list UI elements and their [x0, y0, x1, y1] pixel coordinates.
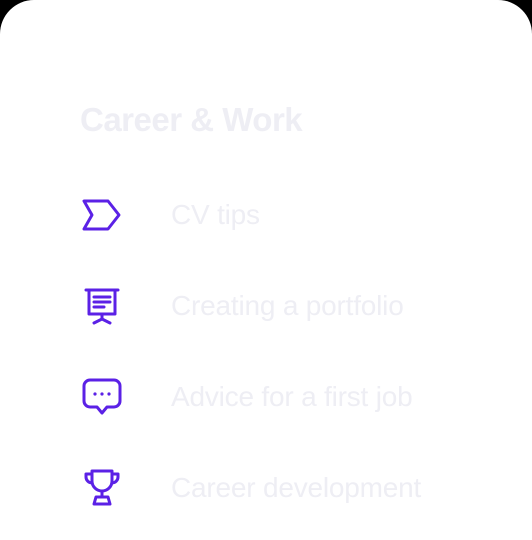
career-work-card: Career & Work CV tips Creating a portfol… [0, 0, 532, 540]
menu-item-label: CV tips [171, 199, 260, 230]
menu-item-label: Advice for a first job [171, 381, 413, 412]
chevron-tag-icon [80, 193, 124, 237]
menu-item-career-development[interactable]: Career development [80, 466, 421, 510]
chat-bubble-icon [80, 375, 124, 419]
menu-item-first-job-advice[interactable]: Advice for a first job [80, 375, 413, 419]
section-title: Career & Work [80, 101, 303, 138]
trophy-icon [80, 466, 124, 510]
menu-item-cv-tips[interactable]: CV tips [80, 193, 260, 237]
menu-item-label: Career development [171, 472, 422, 503]
menu-item-creating-portfolio[interactable]: Creating a portfolio [80, 284, 404, 328]
presentation-board-icon [80, 284, 124, 328]
menu-item-label: Creating a portfolio [171, 290, 404, 321]
